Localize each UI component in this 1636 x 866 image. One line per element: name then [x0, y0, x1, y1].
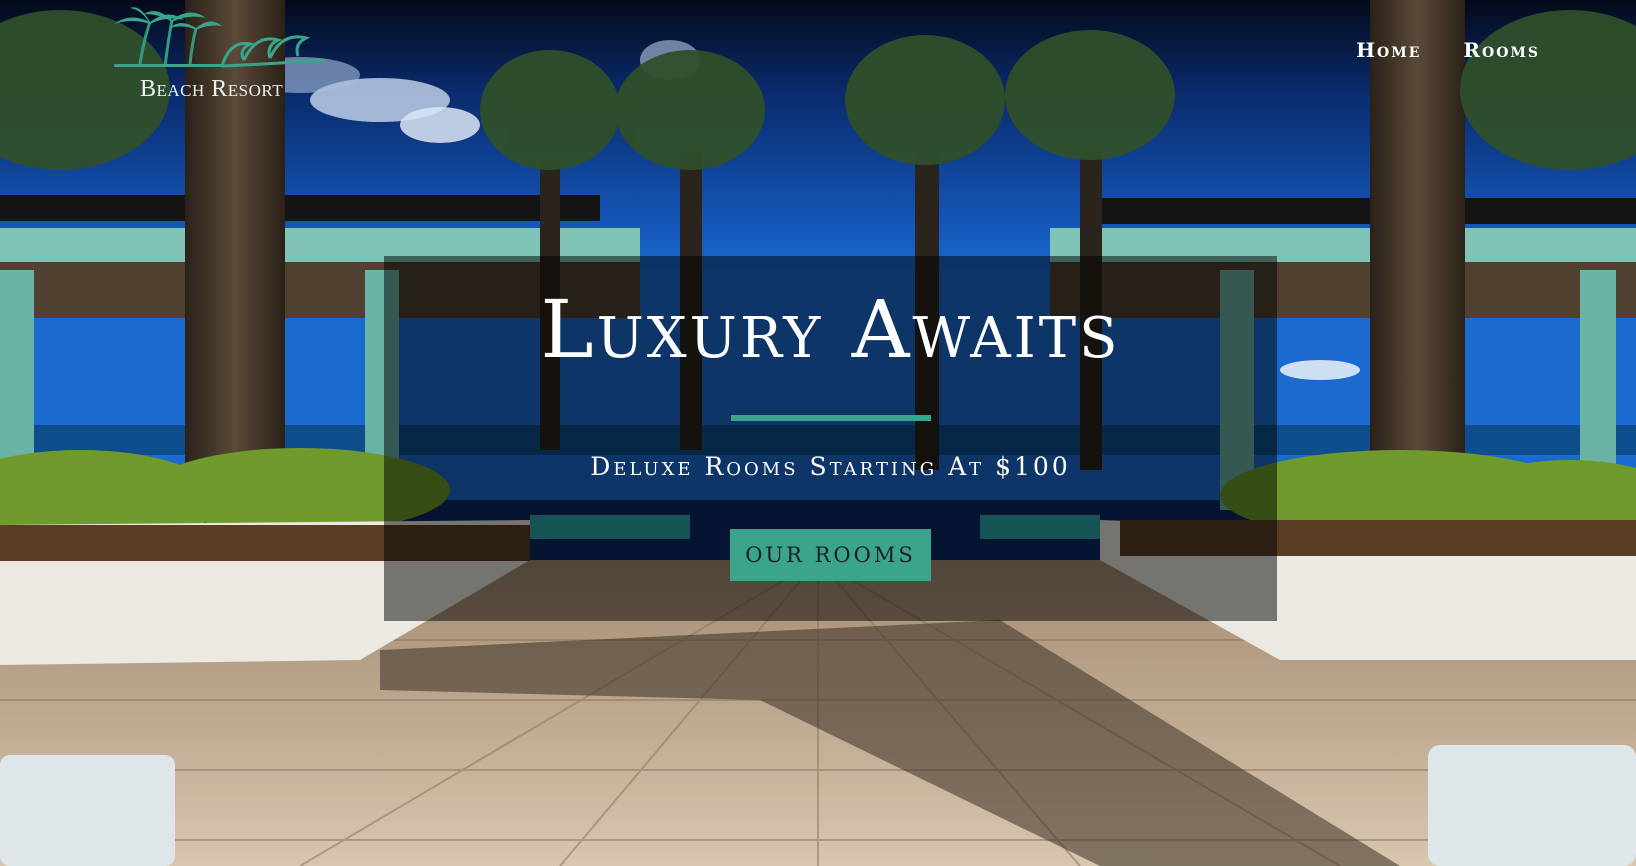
hero-banner: Luxury Awaits Deluxe Rooms Starting At $…: [384, 256, 1277, 621]
brand-name: Beach Resort: [140, 76, 284, 102]
hero-title: Luxury Awaits: [540, 283, 1121, 376]
palm-trees-wave-logo-icon: [114, 7, 326, 68]
nav-link-home[interactable]: Home: [1356, 38, 1421, 62]
hero-section: Beach Resort Home Rooms Luxury Awaits De…: [0, 0, 1636, 866]
title-divider: [731, 415, 931, 421]
navbar: Beach Resort Home Rooms: [0, 0, 1636, 110]
brand-logo[interactable]: Beach Resort: [110, 4, 340, 104]
main-nav: Home Rooms: [1356, 38, 1540, 62]
hero-subtitle: Deluxe Rooms Starting At $100: [590, 452, 1071, 481]
nav-link-rooms[interactable]: Rooms: [1463, 38, 1540, 62]
our-rooms-button[interactable]: OUR ROOMS: [730, 529, 931, 581]
